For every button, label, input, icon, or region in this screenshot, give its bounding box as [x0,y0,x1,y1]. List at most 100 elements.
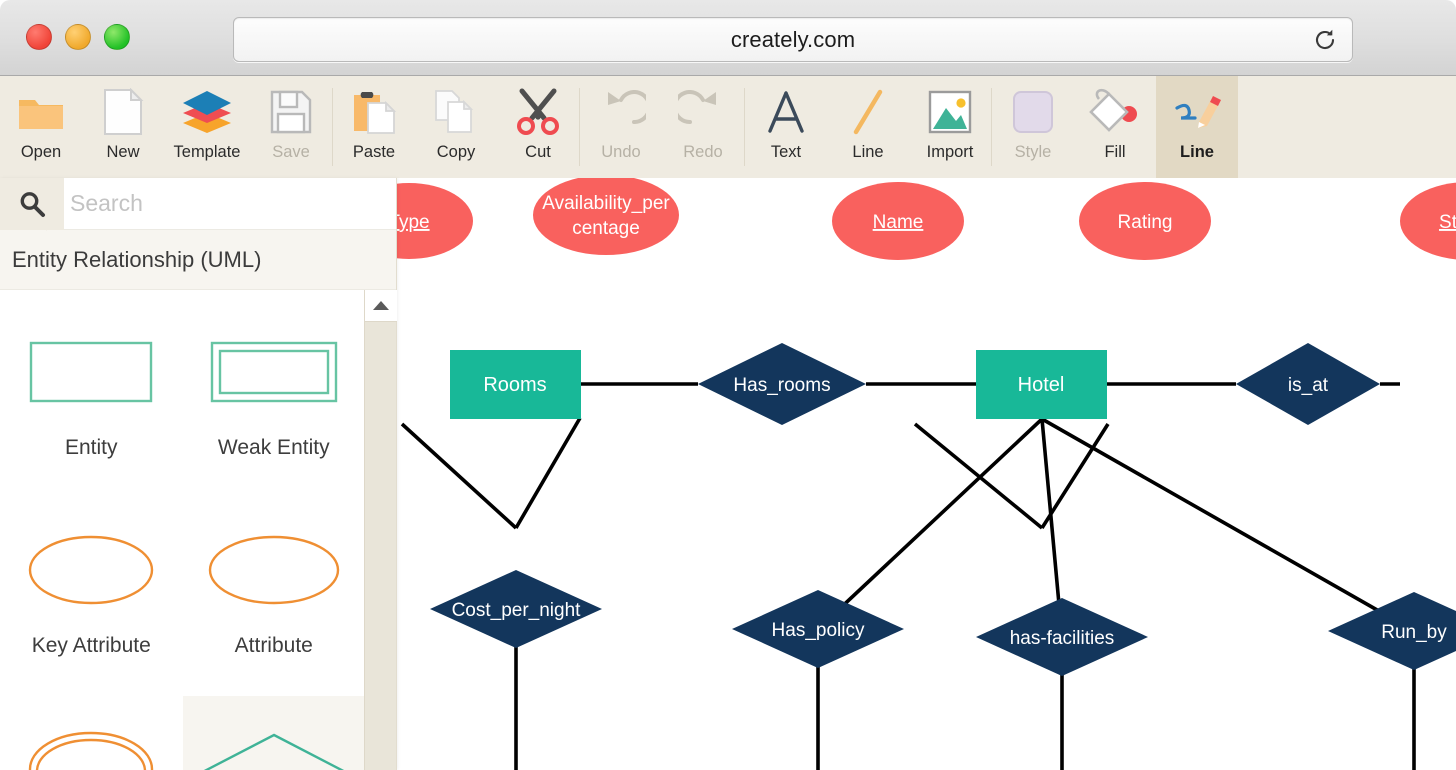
shape-panel-scrollbar[interactable] [364,290,396,770]
pencil-line-icon [1169,86,1225,138]
toolbar-label: Copy [437,143,476,162]
undo-arrow-icon [596,86,646,138]
toolbar-label: Fill [1104,143,1125,162]
attribute-label-availability-line1: Availability_per [542,193,670,214]
toolbar-button-line[interactable]: Line [827,76,909,178]
rectangle-icon [29,322,153,422]
toolbar-button-paste[interactable]: Paste [333,76,415,178]
new-document-icon [102,86,144,138]
edge-group [402,384,1414,770]
edge-availability-rooms [516,418,580,528]
rounded-square-icon [1010,86,1056,138]
maximize-button[interactable] [104,24,130,50]
entity-label-rooms: Rooms [483,374,546,396]
shape-label: Weak Entity [218,436,330,460]
toolbar-button-cut[interactable]: Cut [497,76,579,178]
toolbar-button-undo[interactable]: Undo [580,76,662,178]
library-header[interactable]: Entity Relationship (UML) [0,230,396,290]
clipboard-icon [350,86,398,138]
shape-item-entity[interactable]: Entity [0,300,183,498]
redo-arrow-icon [678,86,728,138]
minimize-button[interactable] [65,24,91,50]
entity-label-hotel: Hotel [1018,374,1065,396]
shape-item-key-attribute[interactable]: Key Attribute [0,498,183,696]
toolbar-label: Cut [525,143,551,162]
shape-label: Key Attribute [32,634,151,658]
url-text: creately.com [731,27,855,53]
browser-chrome: creately.com [0,0,1456,76]
attribute-availability[interactable] [533,178,679,255]
floppy-disk-icon [269,86,313,138]
edge-hotel-runby [1042,419,1414,631]
toolbar-label: Save [272,143,310,162]
browser-window: creately.com Open [0,0,1456,770]
close-button[interactable] [26,24,52,50]
toolbar-label: Style [1015,143,1052,162]
address-bar[interactable]: creately.com [233,17,1353,62]
relationship-label-is-at: is_at [1288,375,1329,396]
relationship-label-run-by: Run_by [1381,622,1447,643]
toolbar-button-copy[interactable]: Copy [415,76,497,178]
attribute-group: Type Availability_per centage Name Ratin… [345,178,1456,260]
toolbar-label: Undo [601,143,640,162]
reload-icon[interactable] [1312,27,1338,53]
copy-icon [432,86,480,138]
toolbar-label: Line [852,143,883,162]
edge-type-rooms [402,424,516,528]
paint-bucket-icon [1089,86,1141,138]
toolbar-button-style[interactable]: Style [992,76,1074,178]
ellipse-icon [207,520,341,620]
library-title: Entity Relationship (UML) [12,247,261,273]
attribute-label-st: St [1439,212,1456,233]
attribute-label-name: Name [873,212,924,233]
toolbar-button-text[interactable]: Text [745,76,827,178]
caret-up-icon[interactable] [365,290,397,322]
toolbar-button-new[interactable]: New [82,76,164,178]
layers-icon [179,86,235,138]
toolbar-button-save[interactable]: Save [250,76,332,178]
diamond-icon [189,718,359,770]
toolbar-button-line-style[interactable]: Line [1156,76,1238,178]
shape-label: Attribute [235,634,313,658]
toolbar-button-open[interactable]: Open [0,76,82,178]
toolbar-button-import[interactable]: Import [909,76,991,178]
relationship-label-has-facilities: has-facilities [1010,628,1115,649]
shape-library-panel: Entity Relationship (UML) Entity [0,178,397,770]
toolbar-label: Redo [683,143,722,162]
text-a-icon [764,86,808,138]
attribute-label-availability-line2: centage [572,218,640,239]
edge-hotel-haspolicy [818,419,1042,629]
toolbar-button-template[interactable]: Template [164,76,250,178]
shape-area: Entity Weak Entity [0,290,396,770]
toolbar-label: Text [771,143,801,162]
toolbar-button-redo[interactable]: Redo [662,76,744,178]
search-input[interactable] [64,178,396,229]
edge-name-hotel [915,424,1042,528]
shape-grid: Entity Weak Entity [0,290,365,770]
shape-label: Entity [65,436,118,460]
scissors-icon [512,86,564,138]
toolbar-label: New [106,143,139,162]
folder-icon [15,86,67,138]
toolbar-label: Open [21,143,61,162]
toolbar-label: Import [927,143,974,162]
double-rectangle-icon [210,322,338,422]
toolbar-label: Template [174,143,241,162]
double-ellipse-icon [27,718,155,770]
attribute-label-rating: Rating [1118,212,1173,233]
shape-item-attribute[interactable]: Attribute [183,498,366,696]
ellipse-icon [27,520,155,620]
window-controls [26,24,130,50]
search-icon[interactable] [0,178,64,230]
shape-item-multivalued-attribute[interactable] [0,696,183,770]
relationship-label-cost-per-night: Cost_per_night [452,600,582,621]
image-import-icon [925,86,975,138]
app-toolbar: Open New Template [0,76,1456,178]
shape-item-weak-entity[interactable]: Weak Entity [183,300,366,498]
search-row [0,178,396,230]
shape-item-relationship[interactable] [183,696,366,770]
toolbar-label: Line [1180,143,1214,162]
toolbar-button-fill[interactable]: Fill [1074,76,1156,178]
relationship-label-has-policy: Has_policy [772,620,865,641]
toolbar-label: Paste [353,143,395,162]
